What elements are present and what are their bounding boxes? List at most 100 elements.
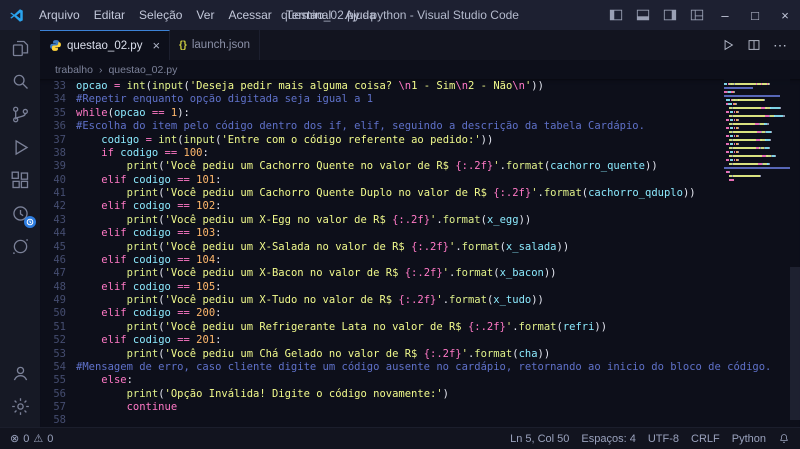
close-button[interactable]: ×	[770, 0, 800, 30]
menu-selecao[interactable]: Seleção	[132, 5, 189, 25]
search-icon[interactable]	[0, 65, 40, 98]
code-line: #Repetir enquanto opção digitada seja ig…	[76, 93, 800, 106]
code-token: ==	[177, 307, 190, 320]
code-token: ==	[177, 200, 190, 213]
cursor-position[interactable]: Ln 5, Col 50	[510, 433, 569, 445]
customize-layout-icon[interactable]	[683, 0, 710, 30]
menu-ver[interactable]: Ver	[189, 5, 221, 25]
minimap-token	[769, 139, 772, 142]
breadcrumb-file[interactable]: questao_02.py	[108, 64, 177, 76]
code-token: ))	[480, 133, 494, 146]
code-token: {:.2f}	[467, 320, 506, 333]
code-token: 'Você pediu um Chá Gelado no valor de R$	[164, 347, 424, 360]
minimize-button[interactable]: –	[710, 0, 740, 30]
accounts-icon[interactable]	[0, 357, 40, 390]
menu-editar[interactable]: Editar	[87, 5, 132, 25]
toggle-sidebar-icon[interactable]	[602, 0, 629, 30]
status-bar: ⊗ 0 ⚠ 0 Ln 5, Col 50 Espaços: 4 UTF-8 CR…	[0, 427, 800, 449]
code-line: print('Você pediu um X-Egg no valor de R…	[76, 214, 800, 227]
code-line: print('Opção Inválida! Digite o código n…	[76, 388, 800, 401]
minimap[interactable]	[724, 79, 790, 186]
code-token: ))	[645, 160, 658, 173]
tab-launch-json[interactable]: {} launch.json	[170, 30, 261, 60]
code-token: :	[126, 374, 133, 387]
code-token: 1 - Sim	[411, 80, 456, 92]
code-token: 104	[196, 253, 216, 266]
code-token: codigo	[132, 307, 171, 320]
source-control-icon[interactable]	[0, 98, 40, 131]
code-token: format	[543, 187, 582, 199]
vscode-window: Arquivo Editar Seleção Ver Acessar Termi…	[0, 0, 800, 449]
maximize-button[interactable]: □	[740, 0, 770, 30]
run-python-file-icon[interactable]	[721, 38, 735, 52]
minimap-token	[779, 107, 781, 110]
toggle-secondary-sidebar-icon[interactable]	[656, 0, 683, 30]
minimap-content	[724, 82, 790, 186]
breadcrumb: trabalho › questao_02.py	[40, 60, 800, 79]
eol-indicator[interactable]: CRLF	[691, 433, 720, 445]
menu-arquivo[interactable]: Arquivo	[32, 5, 87, 25]
extensions-icon[interactable]	[0, 164, 40, 197]
minimap-token	[732, 155, 763, 158]
explorer-icon[interactable]	[0, 32, 40, 65]
run-and-debug-icon[interactable]	[0, 131, 40, 164]
code-token: ))	[537, 347, 551, 360]
code-token: codigo	[132, 200, 171, 213]
minimap-token	[732, 139, 757, 142]
toggle-panel-icon[interactable]	[629, 0, 656, 30]
minimap-token	[732, 163, 759, 166]
code-token: elif	[101, 334, 127, 347]
minimap-token	[759, 175, 761, 178]
tab-close-icon[interactable]: ×	[152, 39, 160, 52]
language-indicator[interactable]: Python	[732, 433, 766, 445]
scrollbar-thumb[interactable]	[790, 266, 800, 421]
code-token: print	[126, 294, 159, 306]
problems-indicator[interactable]: ⊗ 0 ⚠ 0	[10, 432, 53, 446]
remote-explorer-icon[interactable]	[0, 197, 40, 230]
code-token: cachorro_qduplo	[588, 187, 683, 199]
jupyter-icon[interactable]	[0, 230, 40, 263]
tab-bar: questao_02.py × {} launch.json ⋯	[40, 30, 800, 60]
code-editor[interactable]: 33 34 35 36 37 38 39 40 41 42 43 44 45 46 47 48 49 50 51 52…	[40, 79, 800, 427]
split-editor-icon[interactable]	[747, 38, 761, 52]
code-token: :	[202, 146, 209, 159]
menu-acessar[interactable]: Acessar	[221, 5, 278, 25]
encoding-indicator[interactable]: UTF-8	[648, 433, 679, 445]
minimap-token	[774, 155, 776, 158]
line-number: 39	[53, 160, 66, 173]
minimap-token	[774, 115, 784, 118]
code-token: cachorro_quente	[550, 160, 645, 173]
minimap-token	[724, 95, 780, 98]
vertical-scrollbar[interactable]	[790, 79, 800, 427]
breadcrumb-folder[interactable]: trabalho	[55, 64, 93, 76]
code-token: 201	[196, 334, 216, 347]
code-line: elif codigo == 104:	[76, 254, 800, 267]
code-token: 'Opção Inválida! Digite o código novamen…	[164, 387, 443, 400]
code-token: ))	[682, 187, 696, 199]
more-actions-icon[interactable]: ⋯	[773, 37, 788, 54]
code-token: print	[126, 187, 159, 199]
minimap-token	[724, 167, 790, 170]
code-token: ==	[151, 106, 165, 119]
code-token: \n	[398, 80, 412, 92]
tab-questao-02-py[interactable]: questao_02.py ×	[40, 30, 171, 60]
line-number: 45	[53, 240, 66, 253]
code-line: print('Você pediu um X-Bacon no valor de…	[76, 267, 800, 280]
settings-gear-icon[interactable]	[0, 390, 40, 423]
code-token: print	[126, 387, 159, 400]
indentation-indicator[interactable]: Espaços: 4	[581, 433, 635, 445]
code-token: :	[215, 200, 222, 213]
notifications-bell-icon[interactable]	[778, 433, 790, 445]
minimap-token	[735, 83, 756, 86]
code-token: ))	[518, 213, 532, 226]
code-token: print	[126, 240, 159, 253]
code-token: format	[505, 160, 544, 173]
status-bar-left: ⊗ 0 ⚠ 0	[10, 432, 53, 446]
minimap-line	[724, 166, 790, 170]
code-token: print	[126, 160, 159, 173]
code-token: ==	[177, 173, 190, 186]
code-line: opcao = int(input('Deseja pedir mais alg…	[76, 80, 800, 93]
code-token: 'Entre com o código referente ao pedido:…	[221, 133, 481, 146]
